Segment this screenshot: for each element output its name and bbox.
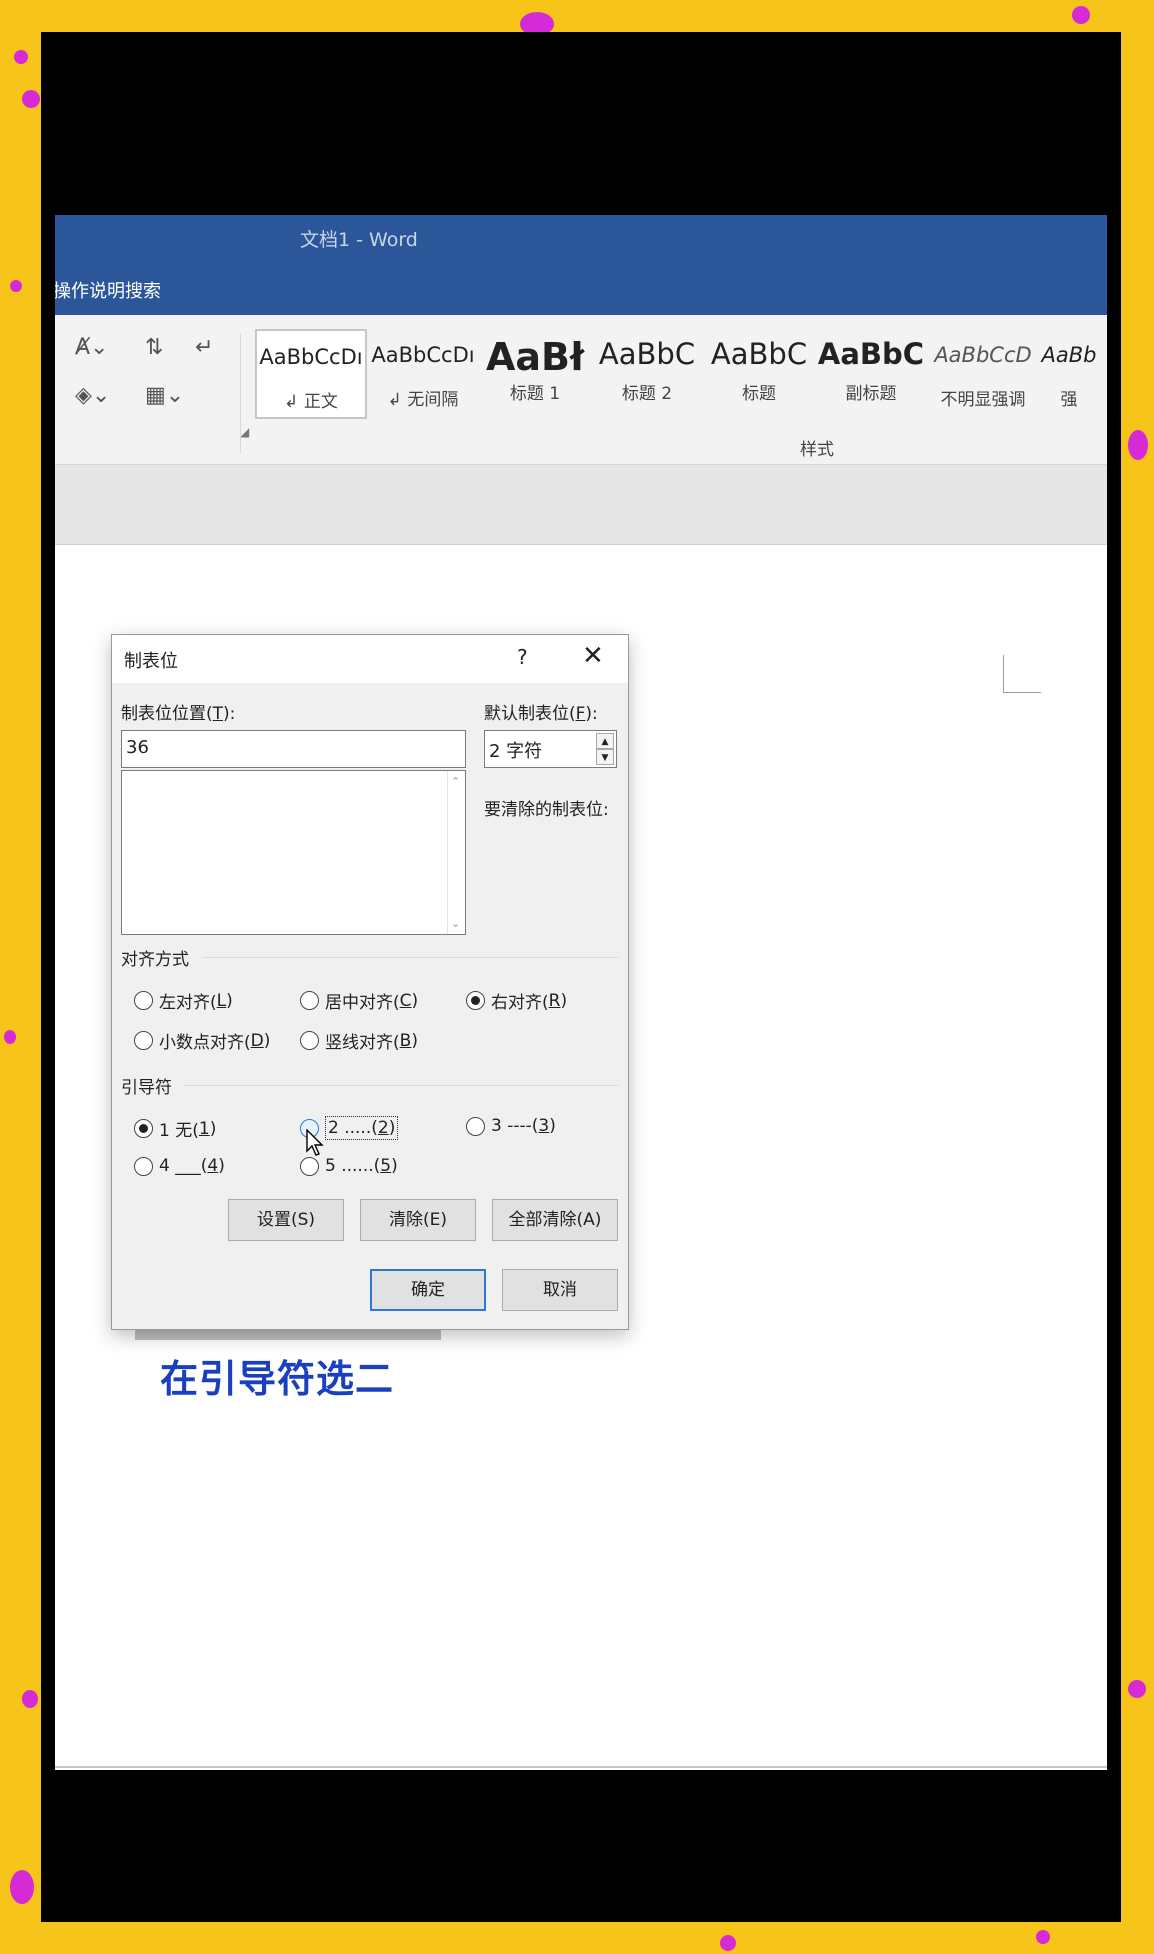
scroll-down-icon[interactable]: ⌄ bbox=[451, 917, 460, 930]
dialog-launcher-icon[interactable]: ◢ bbox=[240, 425, 249, 439]
decorative-dot bbox=[22, 1690, 38, 1708]
align-right-radio[interactable]: 右对齐(R) bbox=[466, 988, 567, 1013]
shading-icon[interactable]: ◈⌄ bbox=[75, 383, 110, 408]
cancel-button[interactable]: 取消 bbox=[502, 1269, 618, 1311]
tab-position-label: 制表位位置(T): bbox=[121, 704, 236, 724]
style-heading-2[interactable]: AaBbC 标题 2 bbox=[591, 329, 703, 419]
decorative-dot bbox=[22, 90, 40, 108]
styles-group-label: 样式 bbox=[800, 440, 834, 460]
style-title[interactable]: AaBbC 标题 bbox=[703, 329, 815, 419]
title-bar: 文档1 - Word 操作说明搜索 bbox=[55, 215, 1107, 315]
page-bottom-edge bbox=[55, 1766, 1107, 1768]
tutorial-caption: 在引导符选二 bbox=[160, 1357, 395, 1401]
window-title: 文档1 - Word bbox=[300, 229, 418, 251]
style-no-spacing[interactable]: AaBbCcDı ↲ 无间隔 bbox=[367, 329, 479, 419]
default-tab-value: 2 字符 bbox=[489, 741, 543, 762]
decorative-dot bbox=[4, 1030, 16, 1044]
leader-dashes-radio[interactable]: 3 ----(3) bbox=[466, 1116, 556, 1136]
ruler-area bbox=[55, 465, 1107, 545]
clear-button[interactable]: 清除(E) bbox=[360, 1199, 476, 1241]
sort-icon[interactable]: ⇅ bbox=[145, 335, 163, 360]
mouse-cursor-icon bbox=[306, 1129, 324, 1156]
borders-icon[interactable]: ▦⌄ bbox=[145, 383, 184, 408]
tab-position-list[interactable]: ⌃ ⌄ bbox=[121, 770, 466, 935]
list-scrollbar[interactable]: ⌃ ⌄ bbox=[447, 771, 465, 934]
set-button[interactable]: 设置(S) bbox=[228, 1199, 344, 1241]
stepper-buttons: ▲ ▼ bbox=[596, 733, 614, 765]
style-subtitle[interactable]: AaBbC 副标题 bbox=[815, 329, 927, 419]
tab-position-input[interactable]: 36 bbox=[121, 730, 466, 768]
decorative-dot bbox=[1128, 430, 1148, 460]
leader-middle-dots-radio[interactable]: 5 ......(5) bbox=[300, 1156, 398, 1176]
style-heading-1[interactable]: AaBł 标题 1 bbox=[479, 329, 591, 419]
default-tab-stepper[interactable]: 2 字符 ▲ ▼ bbox=[484, 730, 617, 768]
stepper-up-icon[interactable]: ▲ bbox=[596, 733, 614, 749]
align-decimal-radio[interactable]: 小数点对齐(D) bbox=[134, 1028, 270, 1053]
leader-none-radio[interactable]: 1 无(1) bbox=[134, 1116, 216, 1141]
style-normal[interactable]: AaBbCcDı ↲ 正文 bbox=[255, 329, 367, 419]
tabs-dialog: 制表位 ? ✕ 制表位位置(T): 36 ⌃ ⌄ 默认制表位(F): 2 字符 … bbox=[111, 634, 629, 1330]
ribbon-divider bbox=[240, 333, 241, 453]
alignment-section-label: 对齐方式 bbox=[121, 950, 189, 970]
styles-gallery: AaBbCcDı ↲ 正文 AaBbCcDı ↲ 无间隔 AaBł 标题 1 A… bbox=[255, 329, 1107, 419]
paragraph-tools: Ⱥ⌄ ⇅ ↵ ◈⌄ ▦⌄ ◢ bbox=[75, 335, 249, 439]
ok-button[interactable]: 确定 bbox=[370, 1269, 486, 1311]
to-clear-label: 要清除的制表位: bbox=[484, 800, 609, 820]
decorative-dot bbox=[10, 1870, 34, 1904]
tell-me-search[interactable]: 操作说明搜索 bbox=[55, 277, 161, 303]
style-emphasis[interactable]: AaBb 强 bbox=[1039, 329, 1099, 419]
scroll-up-icon[interactable]: ⌃ bbox=[451, 775, 460, 788]
leader-section-label: 引导符 bbox=[121, 1078, 172, 1098]
clear-all-button[interactable]: 全部清除(A) bbox=[492, 1199, 618, 1241]
align-center-radio[interactable]: 居中对齐(C) bbox=[300, 988, 418, 1013]
align-bar-radio[interactable]: 竖线对齐(B) bbox=[300, 1028, 418, 1053]
default-tab-label: 默认制表位(F): bbox=[484, 704, 598, 724]
dialog-title-bar: 制表位 ? ✕ bbox=[112, 635, 628, 683]
decorative-dot bbox=[1072, 6, 1090, 24]
decorative-dot bbox=[1036, 1930, 1050, 1944]
leader-underline-radio[interactable]: 4 ___(4) bbox=[134, 1156, 225, 1176]
stepper-down-icon[interactable]: ▼ bbox=[596, 749, 614, 765]
page-margin-mark bbox=[1003, 655, 1041, 693]
close-icon[interactable]: ✕ bbox=[582, 641, 604, 671]
show-marks-icon[interactable]: ↵ bbox=[195, 335, 213, 360]
style-subtle-emphasis[interactable]: AaBbCcD 不明显强调 bbox=[927, 329, 1039, 419]
decorative-dot bbox=[10, 280, 22, 292]
section-divider bbox=[184, 1085, 618, 1086]
ribbon: Ⱥ⌄ ⇅ ↵ ◈⌄ ▦⌄ ◢ AaBbCcDı ↲ 正文 AaBbCcDı ↲ … bbox=[55, 315, 1107, 465]
section-divider bbox=[202, 957, 618, 958]
dialog-shadow bbox=[135, 1330, 441, 1340]
dialog-title: 制表位 bbox=[124, 651, 178, 672]
chinese-layout-icon[interactable]: Ⱥ⌄ bbox=[75, 335, 108, 360]
help-icon[interactable]: ? bbox=[517, 645, 528, 669]
decorative-dot bbox=[1128, 1680, 1146, 1698]
decorative-dot bbox=[720, 1935, 736, 1951]
align-left-radio[interactable]: 左对齐(L) bbox=[134, 988, 233, 1013]
decorative-dot bbox=[14, 50, 28, 64]
